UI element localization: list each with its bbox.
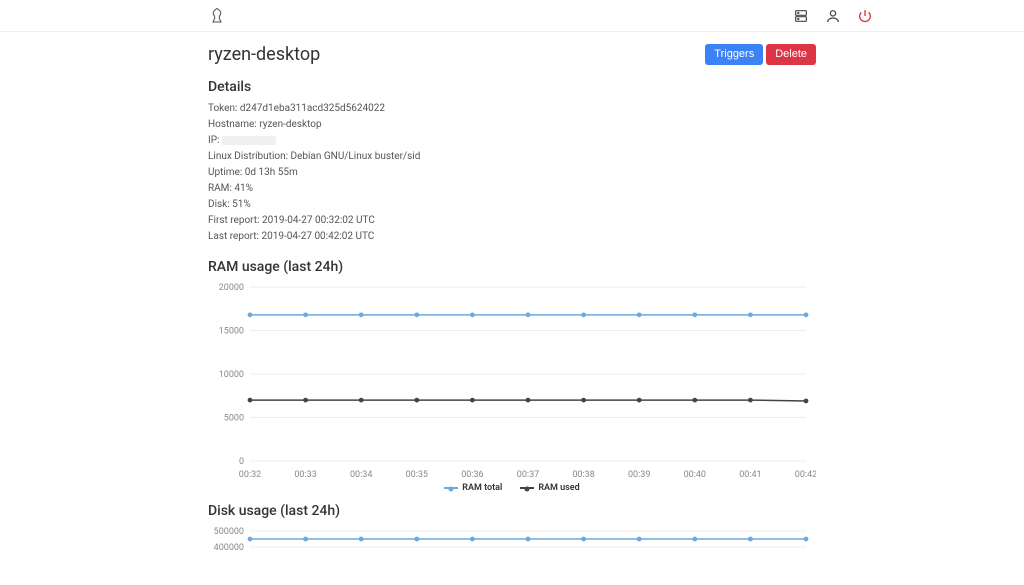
ram-chart-title: RAM usage (last 24h)	[208, 259, 816, 275]
detail-uptime: Uptime: 0d 13h 55m	[208, 165, 816, 181]
svg-text:400000: 400000	[214, 543, 244, 553]
detail-last-report: Last report: 2019-04-27 00:42:02 UTC	[208, 229, 816, 245]
details-heading: Details	[208, 79, 816, 95]
legend-dot-icon	[520, 487, 534, 489]
topbar	[0, 0, 1024, 32]
svg-text:00:37: 00:37	[517, 470, 539, 480]
svg-text:00:35: 00:35	[406, 470, 428, 480]
logo-icon[interactable]	[208, 7, 226, 25]
ram-chart-legend: RAM total RAM used	[208, 483, 816, 493]
svg-text:00:42: 00:42	[795, 470, 816, 480]
detail-first-report: First report: 2019-04-27 00:32:02 UTC	[208, 213, 816, 229]
detail-distro: Linux Distribution: Debian GNU/Linux bus…	[208, 149, 816, 165]
main-container: ryzen-desktop Triggers Delete Details To…	[208, 32, 816, 575]
server-icon[interactable]	[792, 7, 810, 25]
detail-ram: RAM: 41%	[208, 181, 816, 197]
detail-disk: Disk: 51%	[208, 197, 816, 213]
svg-text:00:40: 00:40	[684, 470, 706, 480]
details-list: Token: d247d1eba311acd325d5624022 Hostna…	[208, 101, 816, 245]
svg-text:5000: 5000	[224, 414, 244, 424]
user-icon[interactable]	[824, 7, 842, 25]
legend-ram-total: RAM total	[444, 483, 502, 493]
svg-text:20000: 20000	[219, 283, 244, 293]
svg-text:500000: 500000	[214, 527, 244, 537]
triggers-button[interactable]: Triggers	[705, 44, 763, 65]
action-buttons: Triggers Delete	[705, 44, 816, 65]
delete-button[interactable]: Delete	[766, 44, 816, 65]
svg-text:10000: 10000	[219, 370, 244, 380]
detail-ip: IP:	[208, 133, 816, 149]
legend-ram-used: RAM used	[520, 483, 579, 493]
disk-chart: 400000 500000	[208, 525, 816, 575]
page-title: ryzen-desktop	[208, 44, 320, 65]
svg-text:00:32: 00:32	[239, 470, 261, 480]
svg-text:00:36: 00:36	[461, 470, 483, 480]
svg-text:00:39: 00:39	[628, 470, 650, 480]
detail-token: Token: d247d1eba311acd325d5624022	[208, 101, 816, 117]
ip-redacted	[222, 136, 276, 145]
svg-text:00:33: 00:33	[294, 470, 316, 480]
svg-text:0: 0	[239, 457, 244, 467]
svg-text:00:41: 00:41	[739, 470, 761, 480]
legend-dot-icon	[444, 487, 458, 489]
ram-chart: 0 5000 10000 15000 20000 00:32 00:33 00:34 00:35…	[208, 281, 816, 493]
svg-text:00:38: 00:38	[572, 470, 594, 480]
svg-text:00:34: 00:34	[350, 470, 372, 480]
disk-chart-title: Disk usage (last 24h)	[208, 503, 816, 519]
page-header: ryzen-desktop Triggers Delete	[208, 44, 816, 65]
detail-hostname: Hostname: ryzen-desktop	[208, 117, 816, 133]
power-icon[interactable]	[856, 7, 874, 25]
svg-text:15000: 15000	[219, 327, 244, 337]
